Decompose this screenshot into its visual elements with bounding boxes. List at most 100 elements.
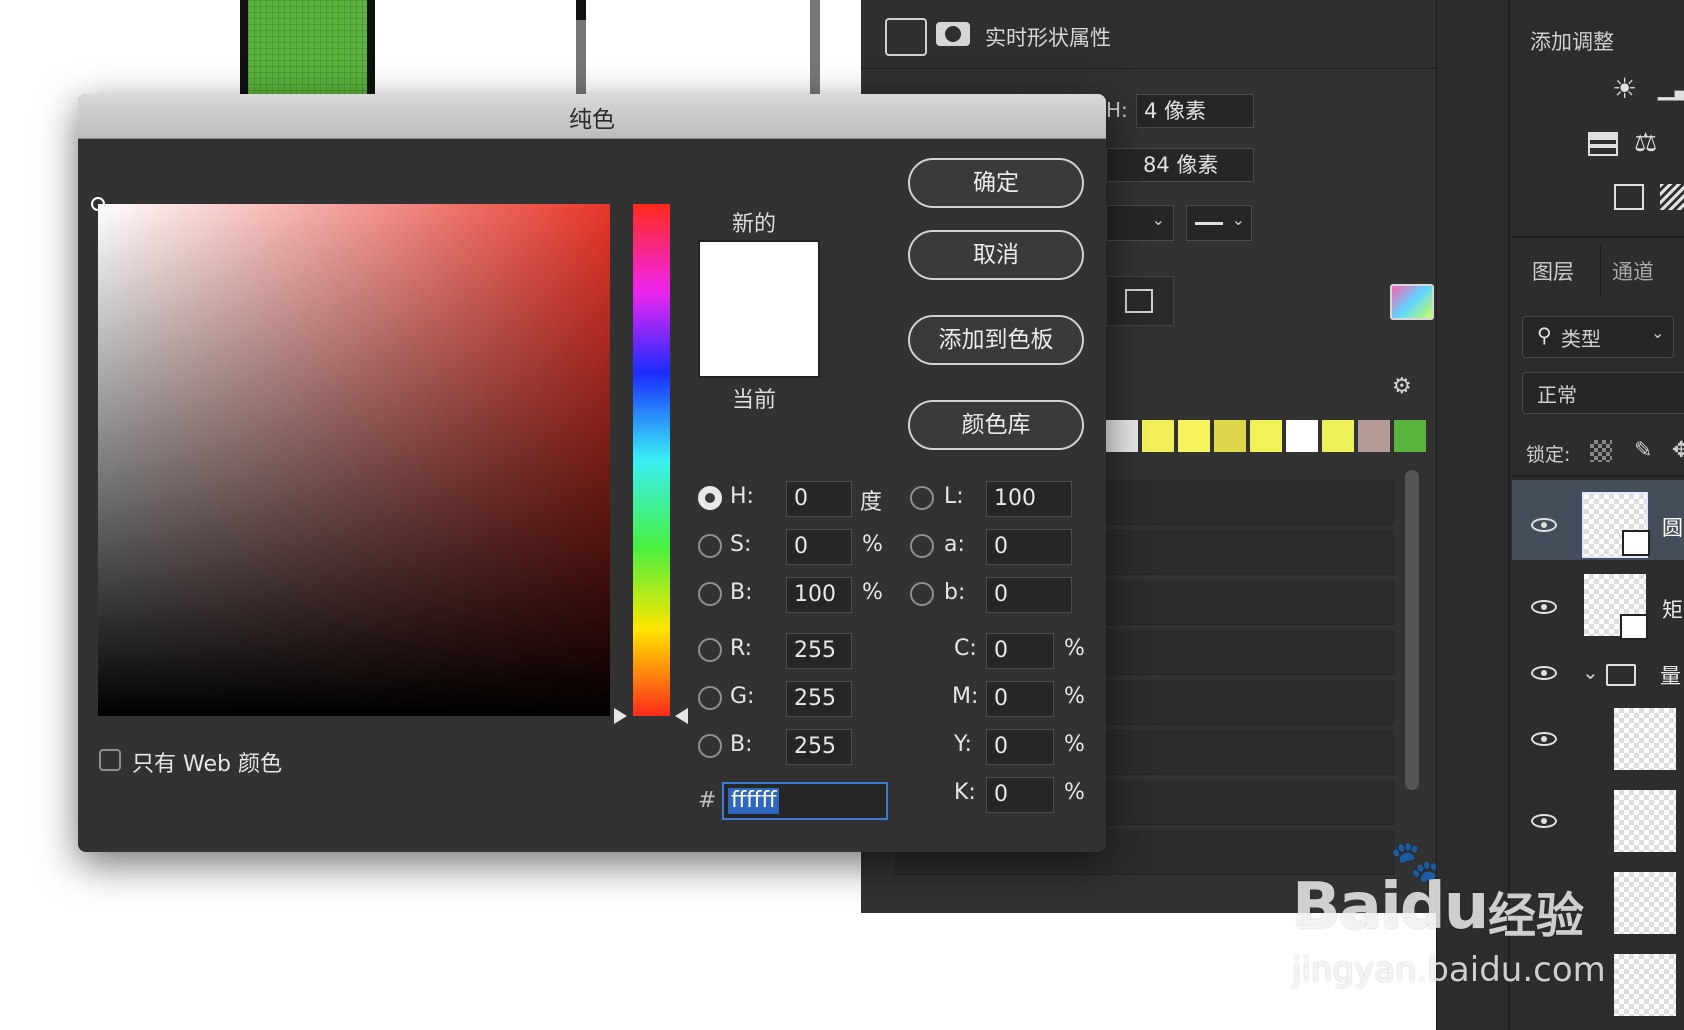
color-swatch[interactable] [1178,420,1210,452]
color-picker-icon[interactable] [1390,284,1434,320]
gradient-map-icon[interactable] [1660,184,1684,210]
hex-value-selection: ffffff [728,788,780,814]
black-input[interactable]: 0 [986,777,1054,813]
mask-icon[interactable] [936,22,970,46]
lab-b-radio[interactable] [910,582,934,606]
color-field[interactable] [98,204,610,716]
lab-a-label: a: [944,532,965,557]
color-libraries-button[interactable]: 颜色库 [908,400,1084,450]
yellow-label: Y: [954,732,972,757]
color-swatch[interactable] [1214,420,1246,452]
color-swatch[interactable] [1142,420,1174,452]
current-color-swatch[interactable] [700,309,818,376]
shape-layer-badge-icon [1622,530,1650,556]
lab-b-input[interactable]: 0 [986,577,1072,613]
blue-input[interactable]: 255 [786,729,852,765]
color-swatch[interactable] [1286,420,1318,452]
hue-radio[interactable] [698,486,722,510]
lab-a-radio[interactable] [910,534,934,558]
eye-icon[interactable] [1531,666,1557,680]
lock-transparency-icon[interactable] [1590,440,1612,462]
color-swatch[interactable] [1106,420,1138,452]
brightness-icon[interactable]: ☀ [1612,72,1637,105]
chevron-down-icon: ⌄ [1651,323,1665,342]
hue-label: H: [730,484,754,509]
blue-radio[interactable] [698,734,722,758]
layer-filter-dropdown[interactable]: ⚲ 类型 ⌄ [1522,316,1674,358]
hue-slider-handle-icon[interactable] [675,708,688,724]
watermark-cn: 经验 [1488,888,1585,944]
add-to-swatches-button[interactable]: 添加到色板 [908,315,1084,365]
invert-icon[interactable] [1614,184,1644,210]
divider [1512,236,1684,238]
lock-brush-icon[interactable]: ✎ [1634,438,1652,463]
color-swatch[interactable] [1358,420,1390,452]
saturation-unit: % [862,532,883,557]
saturation-input[interactable]: 0 [786,529,852,565]
channel-mixer-icon[interactable] [1588,132,1618,156]
h-label: H: [1106,98,1128,122]
cyan-input[interactable]: 0 [986,633,1054,669]
saturation-radio[interactable] [698,534,722,558]
magenta-unit: % [1064,684,1085,709]
tab-channels[interactable]: 通道 [1612,256,1654,286]
green-input[interactable]: 255 [786,681,852,717]
settings-gear-icon[interactable]: ⚙ [1392,374,1412,399]
layer-thumbnail [1614,790,1676,852]
hue-input[interactable]: 0 [786,481,852,517]
balance-icon[interactable]: ⚖ [1634,128,1657,158]
layer-name: 矩 [1662,598,1683,622]
eye-icon[interactable] [1531,518,1557,532]
web-only-checkbox[interactable] [99,749,121,771]
eye-icon[interactable] [1531,732,1557,746]
stroke-type-dropdown[interactable]: ⌄ [1106,205,1174,241]
tab-layers[interactable]: 图层 [1532,256,1574,286]
cancel-button[interactable]: 取消 [908,230,1084,280]
divider [1512,475,1684,477]
height-field[interactable]: 4 像素 [1136,94,1254,128]
hex-input[interactable]: ffffff [722,782,888,820]
chevron-down-icon[interactable]: ⌄ [1582,660,1599,684]
current-color-label: 当前 [732,388,777,413]
blend-mode-label: 正常 [1537,383,1577,407]
red-label: R: [730,636,753,661]
swatches-scrollbar[interactable] [1405,470,1419,790]
magenta-label: M: [952,684,979,709]
lock-move-icon[interactable]: ✥ [1672,438,1684,463]
ok-button[interactable]: 确定 [908,158,1084,208]
color-swatch[interactable] [1250,420,1282,452]
properties-title: 实时形状属性 [985,26,1111,50]
lab-a-input[interactable]: 0 [986,529,1072,565]
color-field-cursor[interactable] [91,197,105,211]
folder-icon [1606,664,1636,686]
brightness-radio[interactable] [698,582,722,606]
brightness-input[interactable]: 100 [786,577,852,613]
yellow-unit: % [1064,732,1085,757]
new-color-label: 新的 [732,212,777,237]
yellow-input[interactable]: 0 [986,729,1054,765]
color-picker-dialog: 纯色 新的 当前 确定 取消 添加到色板 颜色库 H: 0 度 S: 0 % B… [78,94,1106,852]
eye-icon[interactable] [1531,600,1557,614]
lab-b-label: b: [944,580,966,605]
stroke-align-dropdown[interactable]: ⌄ [1186,205,1252,241]
red-radio[interactable] [698,638,722,662]
blue-label: B: [730,732,753,757]
color-swatch[interactable] [1322,420,1354,452]
color-swatch[interactable] [1394,420,1426,452]
new-color-preview [698,240,820,378]
y-field[interactable]: 84 像素 [1106,148,1254,182]
tab-divider [1600,244,1601,296]
blend-mode-dropdown[interactable]: 正常 [1522,372,1684,414]
hue-slider[interactable] [633,204,670,716]
red-input[interactable]: 255 [786,633,852,669]
pattern-icon[interactable] [1106,276,1174,326]
lab-l-input[interactable]: 100 [986,481,1072,517]
green-radio[interactable] [698,686,722,710]
watermark-url: jingyan.baidu.com [1292,950,1606,990]
shape-transform-icon[interactable] [885,18,927,56]
layer-name: 圆 [1662,516,1683,540]
eye-icon[interactable] [1531,814,1557,828]
lab-l-radio[interactable] [910,486,934,510]
levels-icon[interactable]: ▁▃▆ [1658,76,1684,101]
magenta-input[interactable]: 0 [986,681,1054,717]
